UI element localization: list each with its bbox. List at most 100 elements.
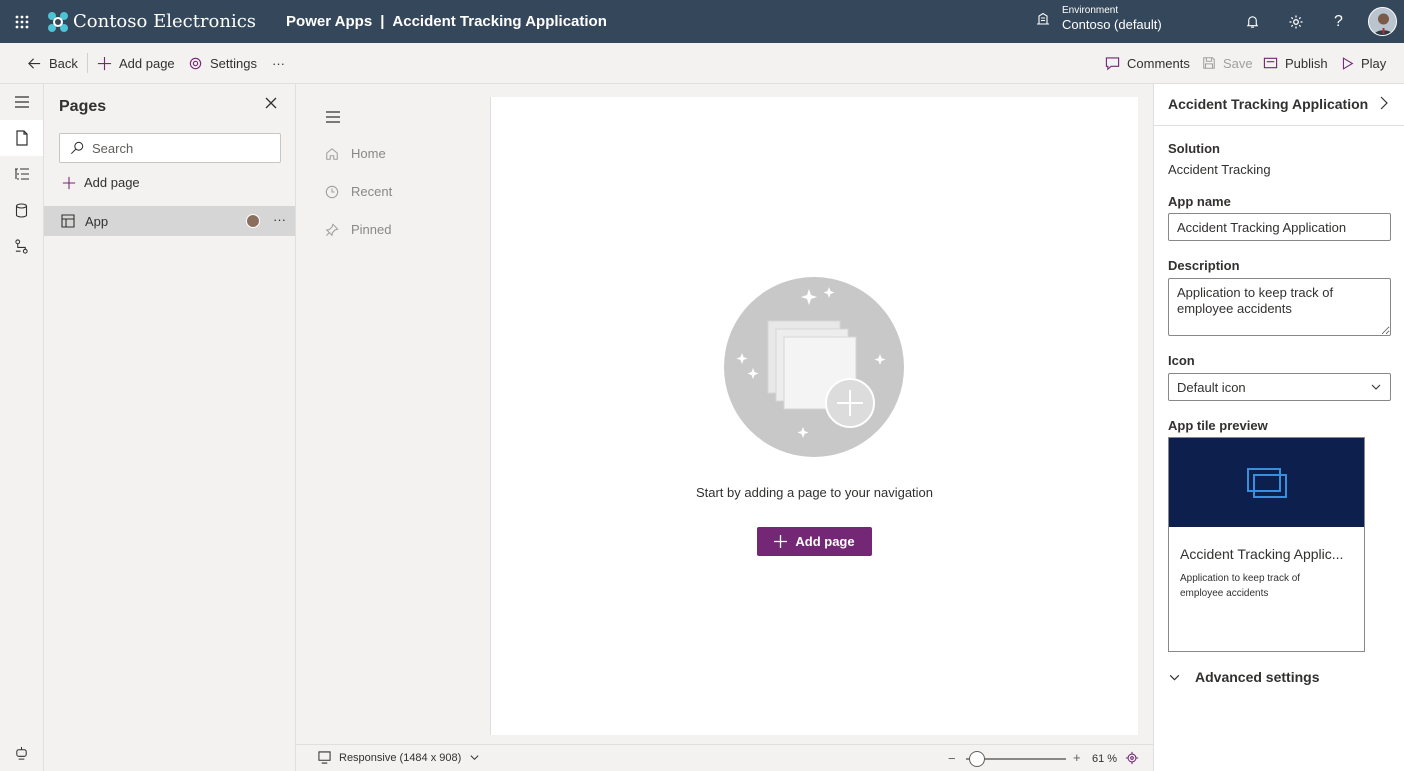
page-title: Power Apps | Accident Tracking Applicati… (286, 13, 607, 30)
publish-label: Publish (1285, 55, 1328, 71)
environment-label: Environment (1062, 5, 1119, 16)
add-page-link-label: Add page (84, 175, 140, 190)
hamburger-icon[interactable] (0, 84, 43, 120)
layout-selector[interactable]: Responsive (1484 x 908) (318, 751, 480, 764)
play-icon (1342, 56, 1354, 70)
pages-icon[interactable] (0, 120, 43, 156)
clock-icon (325, 185, 339, 198)
page-item-more-button[interactable]: ··· (273, 212, 286, 227)
zoom-in-button[interactable]: + (1073, 750, 1081, 765)
nav-item-recent[interactable]: Recent (325, 184, 392, 199)
contoso-logo-icon (48, 11, 68, 32)
plus-icon (774, 535, 788, 548)
app-tile-preview: Accident Tracking Applic... Application … (1168, 437, 1365, 652)
chevron-down-icon (470, 755, 479, 761)
add-page-primary-label: Add page (795, 534, 855, 549)
nav-item-home[interactable]: Home (325, 146, 386, 161)
zoom-out-button[interactable]: − (948, 751, 956, 766)
pages-panel: Pages Add page App ··· (44, 84, 296, 771)
responsive-layout-icon (318, 751, 331, 764)
publish-icon (1263, 57, 1278, 68)
publish-button[interactable]: Publish (1263, 43, 1328, 84)
nav-label-home: Home (351, 146, 386, 161)
icon-label: Icon (1168, 353, 1195, 368)
layout-label: Responsive (1484 x 908) (339, 751, 462, 764)
solution-label: Solution (1168, 141, 1220, 156)
properties-title: Accident Tracking Application (1168, 96, 1369, 112)
page-item-label: App (85, 213, 109, 229)
save-button[interactable]: Save (1202, 43, 1253, 84)
tile-app-name: Accident Tracking Applic... (1180, 546, 1344, 562)
description-field[interactable]: Application to keep track of employee ac… (1168, 278, 1391, 336)
empty-state-message: Start by adding a page to your navigatio… (695, 485, 934, 500)
play-button[interactable]: Play (1341, 43, 1386, 84)
left-rail (0, 84, 44, 771)
more-label: ··· (272, 55, 285, 71)
search-box (59, 133, 281, 163)
environment-value: Contoso (default) (1062, 17, 1162, 32)
status-bar: Responsive (1484 x 908) − + 61 % (296, 744, 1153, 771)
settings-button[interactable]: Settings (188, 43, 257, 84)
chevron-down-icon (1169, 674, 1180, 681)
avatar[interactable] (1368, 7, 1397, 36)
title-separator: | (380, 13, 385, 30)
tile-banner (1169, 438, 1364, 527)
nav-label-pinned: Pinned (351, 222, 392, 237)
gear-icon[interactable] (1274, 0, 1317, 43)
add-page-button[interactable]: Add page (97, 43, 175, 84)
tree-view-icon[interactable] (0, 156, 43, 192)
plus-icon (62, 176, 76, 189)
tile-app-description: Application to keep track of employee ac… (1180, 573, 1301, 599)
advanced-settings-label: Advanced settings (1195, 669, 1320, 685)
comments-button[interactable]: Comments (1105, 43, 1190, 84)
automate-icon[interactable] (0, 228, 43, 264)
app-navigation-pane: Home Recent Pinned (311, 97, 491, 735)
properties-header: Accident Tracking Application (1154, 84, 1404, 126)
save-label: Save (1223, 55, 1253, 71)
data-icon[interactable] (0, 192, 43, 228)
collaborator-avatar (246, 214, 260, 228)
add-page-link[interactable]: Add page (62, 175, 140, 190)
more-commands-button[interactable]: ··· (272, 43, 285, 84)
canvas-area: Home Recent Pinned Start by adding a pag… (296, 84, 1153, 744)
save-icon (1203, 57, 1215, 69)
search-input[interactable] (92, 140, 262, 156)
nav-item-pinned[interactable]: Pinned (325, 222, 391, 237)
solution-value: Accident Tracking (1168, 162, 1271, 177)
environment-picker[interactable]: Environment Contoso (default) (1036, 5, 1162, 33)
hamburger-icon[interactable] (326, 111, 340, 126)
pin-icon (325, 222, 339, 236)
virtual-agent-icon[interactable] (0, 735, 43, 771)
toolbar-divider (87, 53, 88, 73)
search-icon (70, 141, 84, 155)
brand-logo[interactable]: Contoso Electronics (47, 11, 256, 33)
page-list-item[interactable]: App ··· (44, 206, 295, 236)
properties-pane: Accident Tracking Application Solution A… (1153, 84, 1404, 771)
close-icon[interactable] (264, 96, 280, 112)
add-page-primary-button[interactable]: Add page (757, 527, 872, 556)
zoom-level: 61 % (1092, 753, 1118, 765)
plus-icon (97, 56, 112, 70)
app-launcher-icon[interactable] (0, 0, 43, 43)
advanced-settings-toggle[interactable]: Advanced settings (1168, 669, 1319, 685)
app-name-field[interactable] (1168, 213, 1391, 241)
chevron-right-icon[interactable] (1378, 96, 1390, 113)
help-icon[interactable]: ? (1317, 0, 1360, 43)
home-icon (326, 147, 338, 160)
app-name: Accident Tracking Application (392, 13, 607, 30)
icon-dropdown[interactable]: Default icon (1168, 373, 1391, 401)
fit-to-screen-icon[interactable] (1125, 751, 1139, 768)
app-tile-icon (1246, 467, 1287, 498)
page-layout-icon (61, 214, 75, 228)
comment-icon (1105, 56, 1120, 70)
zoom-slider-thumb[interactable] (969, 751, 985, 767)
back-arrow-icon (28, 57, 41, 69)
settings-label: Settings (210, 55, 257, 71)
back-label: Back (49, 55, 78, 71)
back-button[interactable]: Back (27, 43, 78, 84)
icon-dropdown-value: Default icon (1177, 379, 1246, 395)
app-name-label: App name (1168, 194, 1231, 209)
add-page-label: Add page (119, 55, 175, 71)
command-bar: Back Add page Settings ··· Comments Save… (0, 43, 1404, 84)
notifications-icon[interactable] (1231, 0, 1274, 43)
